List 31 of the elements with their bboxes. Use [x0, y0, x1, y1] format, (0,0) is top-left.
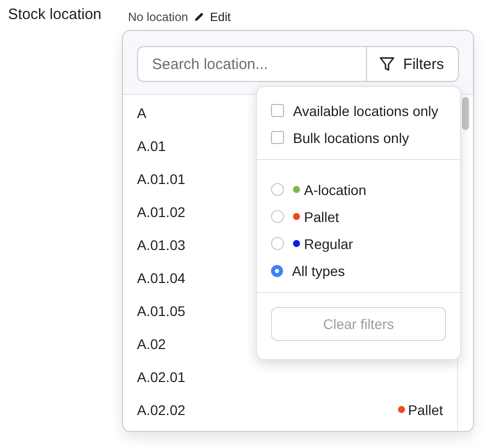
radio-label[interactable]: All types: [292, 262, 345, 278]
location-name[interactable]: A.01.04: [137, 270, 186, 286]
radio-label[interactable]: Regular: [304, 236, 354, 252]
radio-label[interactable]: Pallet: [304, 208, 340, 224]
location-type: Pallet: [408, 402, 443, 418]
filters-button[interactable]: Filters: [366, 46, 459, 82]
radio-button[interactable]: [271, 237, 284, 250]
location-name[interactable]: A.01.03: [137, 236, 186, 252]
radio-label[interactable]: A-location: [304, 182, 366, 198]
edit-link[interactable]: Edit: [210, 10, 231, 24]
checkbox[interactable]: [271, 131, 284, 144]
location-name[interactable]: A.01.01: [137, 170, 186, 186]
location-name[interactable]: A.02.01: [137, 368, 186, 384]
radio-button[interactable]: [271, 210, 284, 223]
pencil-icon[interactable]: [193, 11, 206, 23]
scrollbar-thumb[interactable]: [462, 97, 469, 130]
filter-icon: [379, 56, 396, 72]
radio-button[interactable]: [271, 264, 283, 276]
checkbox-label[interactable]: Available locations only: [293, 102, 438, 118]
location-name[interactable]: A.01: [137, 138, 166, 154]
checkbox-label[interactable]: Bulk locations only: [293, 130, 409, 146]
search-field[interactable]: Search location...: [137, 46, 366, 82]
checkbox[interactable]: [271, 104, 284, 117]
location-name[interactable]: A.02: [137, 336, 166, 352]
location-name[interactable]: A.01.02: [137, 204, 186, 220]
radio-button[interactable]: [271, 183, 284, 196]
location-name[interactable]: A.02.02: [137, 402, 186, 418]
location-name[interactable]: A.01.05: [137, 302, 186, 318]
location-name[interactable]: A: [137, 104, 146, 120]
location-value: No location: [128, 10, 188, 24]
field-label: Stock location: [8, 5, 102, 25]
